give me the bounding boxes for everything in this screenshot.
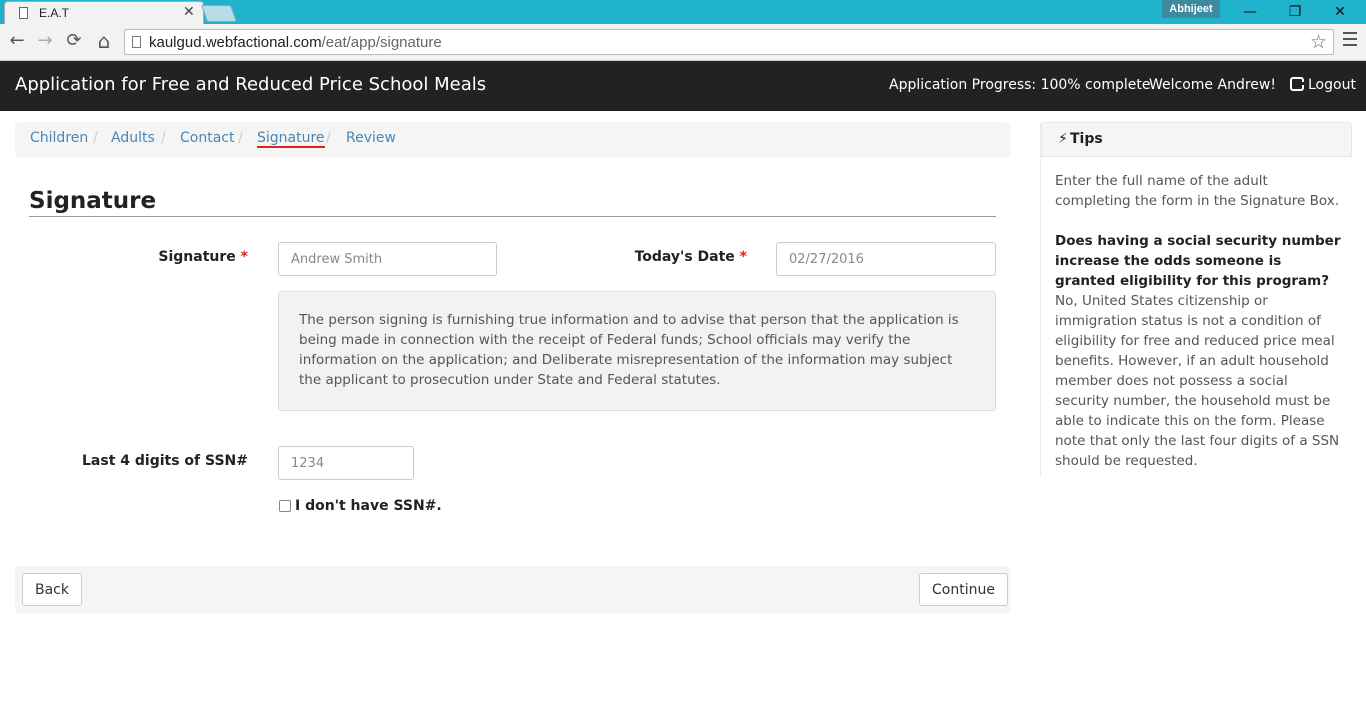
legal-notice: The person signing is furnishing true in… xyxy=(278,291,996,411)
breadcrumb-separator: / xyxy=(326,130,331,146)
minimize-button[interactable]: — xyxy=(1228,0,1272,24)
date-label: Today's Date * xyxy=(600,249,747,265)
date-label-text: Today's Date xyxy=(634,249,735,265)
breadcrumb-contact[interactable]: Contact xyxy=(180,130,234,146)
restore-button[interactable]: ❐ xyxy=(1273,0,1317,24)
ssn-label: Last 4 digits of SSN# xyxy=(82,453,248,469)
breadcrumb-separator: / xyxy=(161,130,166,146)
logout-label: Logout xyxy=(1308,77,1356,93)
address-bar[interactable]: kaulgud.webfactional.com/eat/app/signatu… xyxy=(124,29,1334,55)
breadcrumb-separator: / xyxy=(93,130,98,146)
required-marker: * xyxy=(240,249,248,265)
window-close-button[interactable]: ✕ xyxy=(1318,0,1362,24)
signature-label-text: Signature xyxy=(158,249,236,265)
application-progress: Application Progress: 100% complete xyxy=(889,77,1151,93)
browser-tab[interactable]: E.A.T ✕ xyxy=(4,1,204,24)
forward-arrow-icon[interactable]: → xyxy=(34,30,56,52)
browser-toolbar: ← → ⟳ ⌂ kaulgud.webfactional.com/eat/app… xyxy=(0,24,1366,61)
breadcrumb-adults[interactable]: Adults xyxy=(111,130,155,146)
browser-menu-icon[interactable] xyxy=(1343,32,1357,50)
required-marker: * xyxy=(739,249,747,265)
breadcrumb-separator: / xyxy=(238,130,243,146)
tips-intro: Enter the full name of the adult complet… xyxy=(1055,173,1339,209)
ssn-input[interactable] xyxy=(278,446,414,480)
signature-input[interactable] xyxy=(278,242,497,276)
new-tab-button[interactable] xyxy=(200,5,238,22)
home-icon[interactable]: ⌂ xyxy=(93,30,115,52)
reload-icon[interactable]: ⟳ xyxy=(63,30,85,52)
document-icon xyxy=(19,7,28,19)
continue-button[interactable]: Continue xyxy=(919,573,1008,606)
url-path: /eat/app/signature xyxy=(321,34,442,51)
no-ssn-label[interactable]: I don't have SSN#. xyxy=(295,498,442,514)
breadcrumb-signature[interactable]: Signature xyxy=(257,130,325,148)
section-divider xyxy=(29,216,996,217)
date-input[interactable] xyxy=(776,242,996,276)
app-header: Application for Free and Reduced Price S… xyxy=(0,61,1366,111)
url-text: kaulgud.webfactional.com/eat/app/signatu… xyxy=(149,34,442,51)
lightning-bolt-icon: ⚡ xyxy=(1058,131,1068,147)
section-title: Signature xyxy=(29,188,157,214)
browser-tab-bar: E.A.T ✕ Abhijeet — ❐ ✕ xyxy=(0,0,1366,24)
app-title[interactable]: Application for Free and Reduced Price S… xyxy=(15,74,486,95)
tab-close-icon[interactable]: ✕ xyxy=(183,4,195,20)
breadcrumb-review[interactable]: Review xyxy=(346,130,396,146)
tips-header: ⚡ Tips xyxy=(1041,122,1352,157)
welcome-text: Welcome Andrew! xyxy=(1149,77,1276,93)
profile-badge[interactable]: Abhijeet xyxy=(1162,0,1220,18)
back-arrow-icon[interactable]: ← xyxy=(6,30,28,52)
bookmark-star-icon[interactable]: ☆ xyxy=(1310,31,1327,53)
logout-link[interactable]: Logout xyxy=(1290,77,1356,93)
tab-title: E.A.T xyxy=(39,6,70,20)
signature-label: Signature * xyxy=(120,249,248,265)
back-button[interactable]: Back xyxy=(22,573,82,606)
logout-icon xyxy=(1290,77,1306,91)
tips-question: Does having a social security number inc… xyxy=(1055,233,1341,289)
tips-title: Tips xyxy=(1070,131,1103,147)
breadcrumb-children[interactable]: Children xyxy=(30,130,88,146)
tips-body: Enter the full name of the adult complet… xyxy=(1055,171,1345,471)
url-host: kaulgud.webfactional.com xyxy=(149,34,322,51)
page-icon xyxy=(132,36,141,48)
breadcrumb: Children / Adults / Contact / Signature … xyxy=(15,122,1010,157)
action-bar: Back Continue xyxy=(15,566,1010,613)
tips-panel: ⚡ Tips Enter the full name of the adult … xyxy=(1040,122,1352,476)
no-ssn-checkbox[interactable] xyxy=(279,500,291,512)
tips-answer: No, United States citizenship or immigra… xyxy=(1055,293,1340,469)
